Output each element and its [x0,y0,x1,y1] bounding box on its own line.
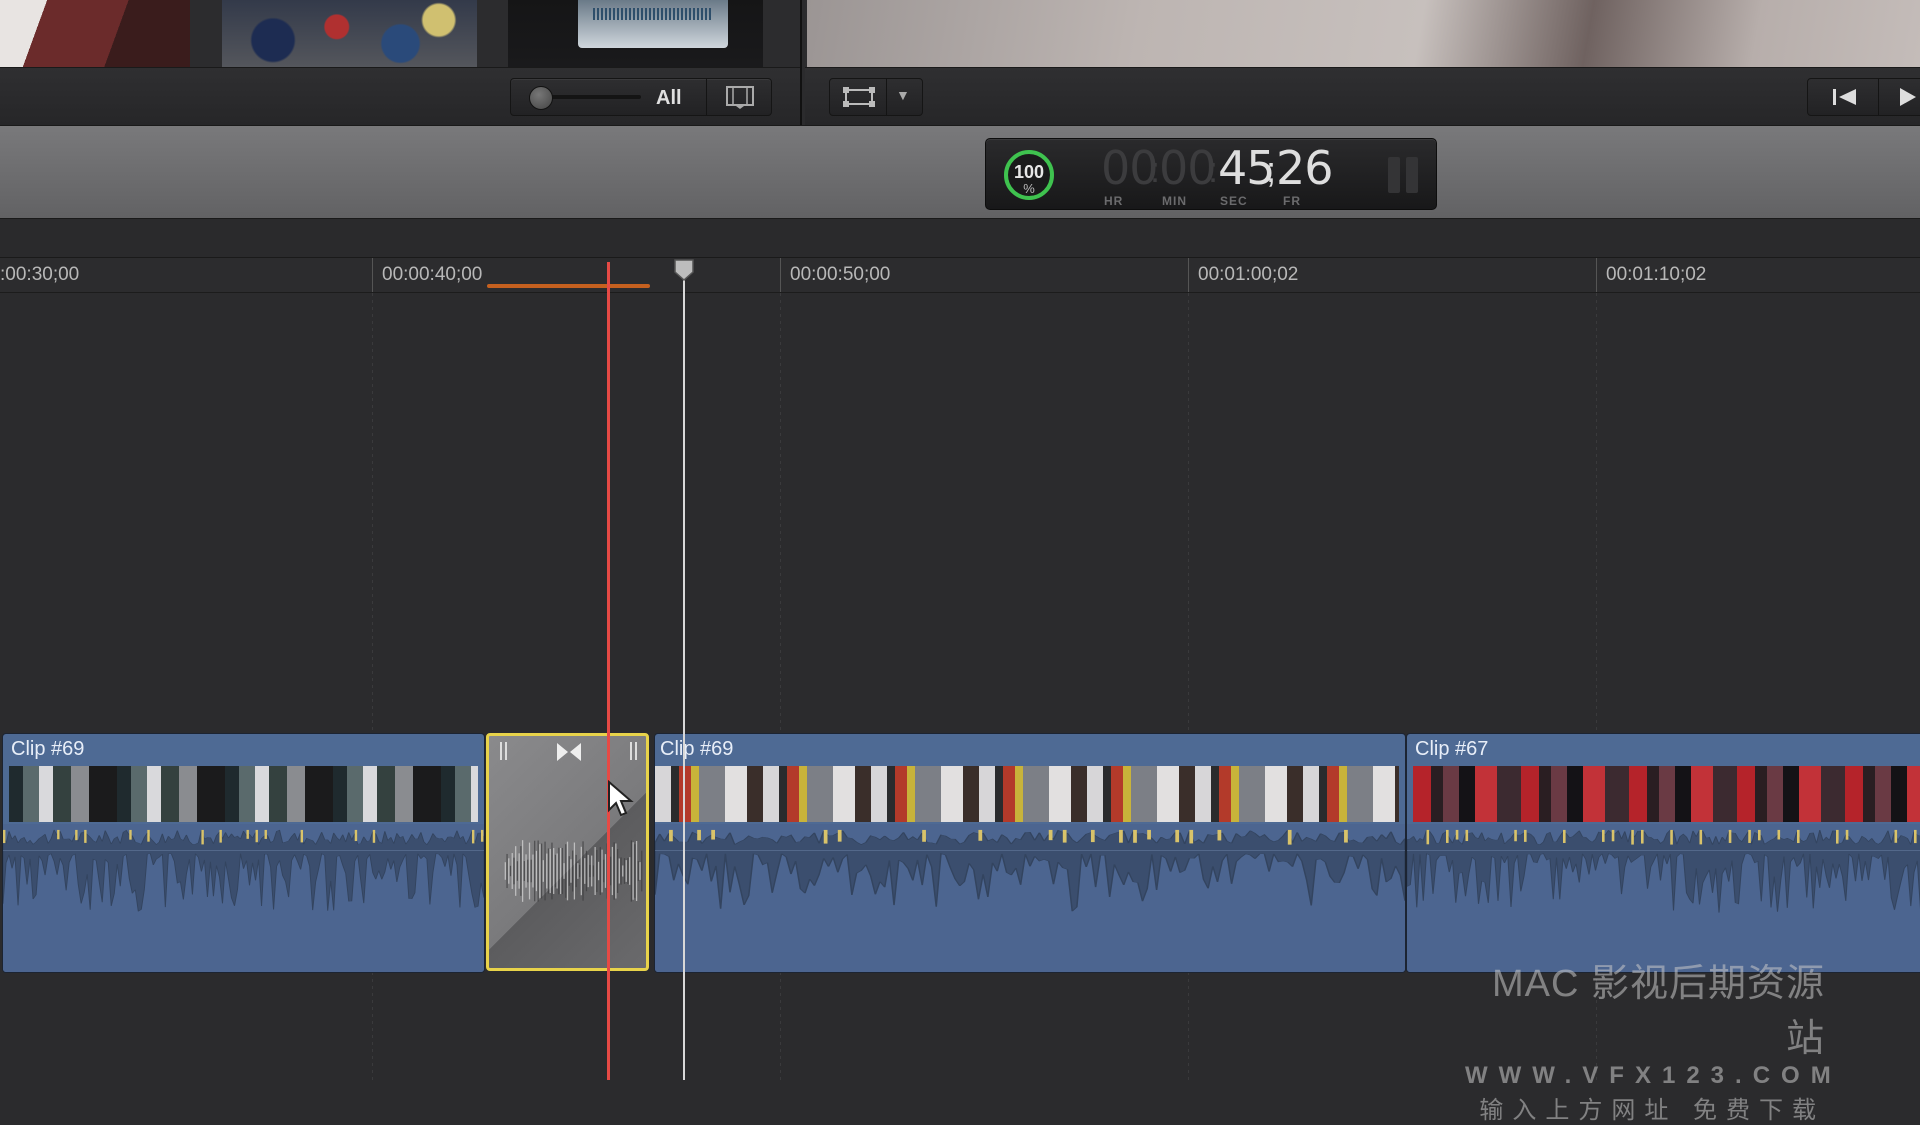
ruler-tick [780,258,781,292]
toolbar: 100 % 00 : 00 : 45 ; 26 HR MIN SEC FR [0,125,1920,220]
ruler-tick [1596,258,1597,292]
ruler-label: 00:00:40;00 [382,264,483,285]
watermark: MAC 影视后期资源站 WWW.VFX123.COM 输入上方网址 免费下载 [1465,952,1842,1125]
play-icon[interactable] [1896,86,1918,108]
timeline-clip[interactable]: Clip #69 [654,733,1406,973]
filmstrip-icon[interactable] [725,85,755,109]
watermark-subtitle: 输入上方网址 免费下载 [1479,1097,1825,1124]
skip-back-icon[interactable] [1830,87,1860,107]
divider [706,79,707,115]
viewer-image [807,0,1920,67]
divider [886,79,887,115]
timeline-ruler[interactable]: :00:30;00 00:00:40;00 00:00:50;00 00:01:… [0,258,1920,293]
clip-title: Clip #69 [660,738,734,760]
viewer: ▼ [805,0,1920,126]
timeline-clip[interactable]: Clip #67 [1406,733,1920,973]
timecode-unit-hours: HR [1104,194,1124,208]
waveform-image [593,8,713,20]
ruler-tick [1188,258,1189,292]
clip-title: Clip #69 [11,738,85,760]
zoom-slider-knob[interactable] [529,86,553,110]
ruler-label: 00:01:00;02 [1198,264,1299,285]
clip-thumbnail[interactable] [222,0,477,67]
transition-handle-left[interactable] [499,742,509,760]
ruler-label: :00:30;00 [0,264,80,285]
audio-waveform [3,824,484,972]
selection-range-bar[interactable] [487,284,650,288]
audio-waveform [1407,824,1920,972]
timecode-separator: : [1208,149,1219,190]
timecode-separator: ; [1266,149,1277,190]
timecode-unit-seconds: SEC [1220,194,1248,208]
timecode-unit-frames: FR [1283,194,1301,208]
dashboard[interactable]: 100 % 00 : 00 : 45 ; 26 HR MIN SEC FR [985,138,1437,210]
watermark-url: WWW.VFX123.COM [1465,1062,1842,1089]
skimmer-line [607,262,610,1080]
clip-filmstrip [1413,766,1920,822]
transition-handle-right[interactable] [629,742,639,760]
audio-waveform [655,824,1405,972]
timecode-unit-minutes: MIN [1162,194,1187,208]
ruler-tick [372,258,373,292]
clip-thumbnail[interactable] [508,0,763,67]
timeline-clip[interactable]: Clip #69 [2,733,485,973]
divider [1878,79,1879,115]
watermark-title: MAC 影视后期资源站 [1491,963,1825,1060]
transition-audio-waveform [504,840,643,902]
clip-filmstrip [9,766,478,822]
timeline-header [0,219,1920,258]
clip-title: Clip #67 [1415,738,1489,760]
clip-thumbnail[interactable] [0,0,190,67]
clip-zoom-control: All [510,78,772,116]
filter-all-button[interactable]: All [656,87,682,110]
progress-value: 100 [1013,162,1045,182]
transform-menu-button[interactable]: ▼ [829,78,923,116]
browser-toolbar: All [0,67,800,126]
cross-dissolve-transition[interactable] [486,733,649,971]
pause-indicator-icon [1386,157,1422,193]
transform-icon[interactable] [842,86,876,108]
transport-controls [1807,78,1920,116]
ruler-label: 00:01:10;02 [1606,264,1707,285]
viewer-toolbar: ▼ [805,67,1920,126]
playhead-line[interactable] [683,262,685,1080]
pointer-cursor-icon [608,780,634,817]
timecode-frames: 26 [1276,141,1334,195]
ruler-label: 00:00:50;00 [790,264,891,285]
progress-unit: % [1023,181,1035,196]
chevron-down-icon[interactable]: ▼ [896,87,910,103]
clip-filmstrip [655,766,1399,822]
playhead-handle[interactable] [673,258,695,282]
transition-bowtie-icon [557,743,581,761]
